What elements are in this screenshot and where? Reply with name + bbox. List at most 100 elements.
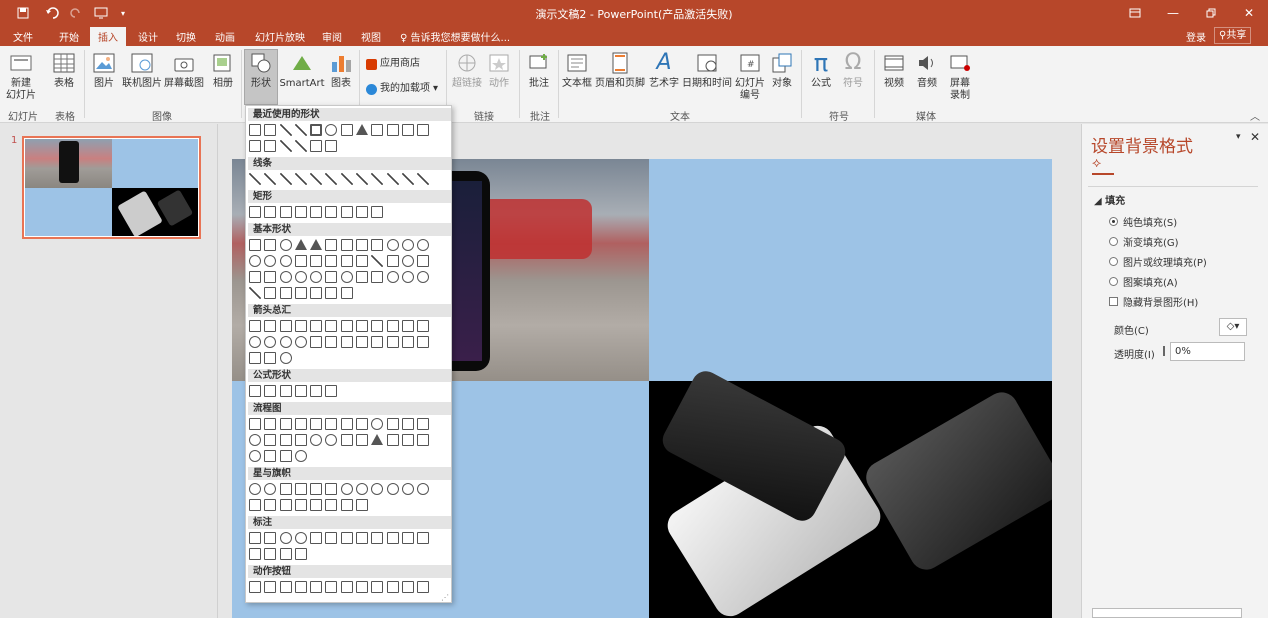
bent-arrow-shape[interactable]: [371, 320, 384, 332]
ribbon-display-options-icon[interactable]: [1116, 0, 1154, 26]
flowchart-multidocument-shape[interactable]: [356, 418, 369, 430]
tab-view[interactable]: 视图: [361, 29, 381, 44]
octagon-shape[interactable]: [417, 239, 430, 251]
flowchart-offpage-shape[interactable]: [264, 434, 277, 446]
right-arrow-shape[interactable]: [249, 320, 261, 332]
notched-right-arrow-shape[interactable]: [325, 336, 338, 348]
smiley-face-shape[interactable]: [340, 271, 353, 283]
star-16-shape[interactable]: [386, 483, 399, 495]
curved-down-arrow-shape[interactable]: [294, 336, 307, 348]
block-arc-shape[interactable]: [310, 271, 323, 283]
arc-shape[interactable]: [249, 287, 261, 299]
line-callout-1-shape[interactable]: [310, 532, 323, 544]
flowchart-sort-shape[interactable]: [356, 434, 369, 446]
pie-shape[interactable]: [279, 255, 292, 267]
store-button[interactable]: 应用商店: [366, 58, 420, 70]
flowchart-delay-shape[interactable]: [417, 434, 430, 446]
cloud-callout-shape[interactable]: [294, 532, 307, 544]
curved-left-arrow-shape[interactable]: [264, 336, 277, 348]
double-arrow-shape[interactable]: [279, 173, 292, 185]
explosion-2-shape[interactable]: [264, 483, 277, 495]
quad-arrow-shape[interactable]: [340, 320, 353, 332]
divide-shape[interactable]: [294, 385, 307, 397]
snip-diagonal-shape[interactable]: [310, 206, 323, 218]
cloud-shape[interactable]: [417, 271, 430, 283]
flowchart-punched-tape-shape[interactable]: [294, 434, 307, 446]
share-button[interactable]: ⚲共享: [1214, 27, 1252, 44]
audio-button[interactable]: 音频: [912, 50, 942, 90]
no-symbol-shape[interactable]: [294, 271, 307, 283]
frame-shape[interactable]: [325, 255, 338, 267]
left-up-arrow-shape[interactable]: [401, 320, 414, 332]
slide-thumbnail[interactable]: [22, 136, 201, 239]
plus-shape[interactable]: [249, 385, 261, 397]
my-addins-button[interactable]: 我的加载项 ▾: [366, 83, 438, 95]
flowchart-sequential-shape[interactable]: [249, 450, 261, 462]
flowchart-collate-shape[interactable]: [340, 434, 353, 446]
flowchart-extract-shape[interactable]: [371, 434, 384, 446]
wordart-button[interactable]: A 艺术字: [648, 50, 680, 90]
minimize-icon[interactable]: —: [1154, 0, 1192, 26]
object-button[interactable]: 对象: [768, 50, 796, 90]
left-right-arrow-shape[interactable]: [310, 320, 323, 332]
curved-ribbon-up-shape[interactable]: [279, 499, 292, 511]
rounded-rect-callout-shape[interactable]: [264, 532, 277, 544]
rounded-rectangle-shape[interactable]: [340, 124, 353, 136]
right-bracket-shape[interactable]: [310, 287, 323, 299]
parallelogram-shape[interactable]: [325, 239, 338, 251]
tab-insert[interactable]: 插入: [90, 27, 126, 46]
down-arrow-callout-shape[interactable]: [386, 336, 399, 348]
up-arrow-callout-shape[interactable]: [417, 336, 430, 348]
header-footer-button[interactable]: 页眉和页脚: [594, 50, 646, 90]
close-icon[interactable]: ✕: [1230, 0, 1268, 26]
action-return-shape[interactable]: [340, 581, 353, 593]
smartart-button[interactable]: SmartArt: [279, 50, 325, 90]
resize-grip-icon[interactable]: ⋰: [441, 593, 449, 602]
slide-number-button[interactable]: # 幻灯片 编号: [733, 50, 767, 102]
border-callout-4-shape[interactable]: [294, 548, 307, 560]
vertical-textbox-shape[interactable]: [264, 124, 277, 136]
quad-arrow-callout-shape[interactable]: [264, 352, 277, 364]
action-end-shape[interactable]: [294, 581, 307, 593]
flowchart-document-shape[interactable]: [340, 418, 353, 430]
flowchart-magnetic-disk-shape[interactable]: [264, 450, 277, 462]
round-single-shape[interactable]: [340, 206, 353, 218]
u-turn-arrow-shape[interactable]: [386, 320, 399, 332]
flowchart-or-shape[interactable]: [325, 434, 338, 446]
round-diagonal-shape[interactable]: [371, 206, 384, 218]
right-triangle-shape[interactable]: [310, 239, 323, 251]
left-arrow-shape[interactable]: [264, 320, 277, 332]
flowchart-internal-storage-shape[interactable]: [325, 418, 338, 430]
flowchart-summing-shape[interactable]: [310, 434, 323, 446]
right-brace-shape[interactable]: [325, 140, 338, 152]
oval-callout-shape[interactable]: [279, 532, 292, 544]
accent-callout-2-shape[interactable]: [386, 532, 399, 544]
plaque-shape[interactable]: [401, 255, 414, 267]
horizontal-scroll-shape[interactable]: [325, 499, 338, 511]
pattern-fill-option[interactable]: 图案填充(A): [1109, 274, 1178, 289]
rectangle-shape[interactable]: [310, 124, 323, 136]
chord-shape[interactable]: [294, 255, 307, 267]
elbow-arrow-shape[interactable]: [386, 124, 399, 136]
curved-up-arrow-shape[interactable]: [279, 336, 292, 348]
fill-bucket-icon[interactable]: ⟡: [1092, 155, 1114, 175]
action-back-shape[interactable]: [249, 581, 261, 593]
heptagon-shape[interactable]: [401, 239, 414, 251]
transparency-slider[interactable]: [1163, 346, 1165, 356]
new-slide-button[interactable]: 新建 幻灯片: [4, 50, 38, 102]
action-beginning-shape[interactable]: [279, 581, 292, 593]
fill-section-header[interactable]: ◢ 填充: [1094, 192, 1125, 207]
equal-shape[interactable]: [310, 385, 323, 397]
snip-round-shape[interactable]: [325, 206, 338, 218]
accent-callout-4-shape[interactable]: [417, 532, 430, 544]
flowchart-decision-shape[interactable]: [279, 418, 292, 430]
wave-shape[interactable]: [340, 499, 353, 511]
online-picture-button[interactable]: 联机图片: [121, 50, 163, 90]
collapse-ribbon-icon[interactable]: ︿: [1250, 108, 1260, 123]
donut-shape[interactable]: [279, 271, 292, 283]
action-document-shape[interactable]: [371, 581, 384, 593]
picture-button[interactable]: 图片: [90, 50, 118, 90]
tab-home[interactable]: 开始: [59, 29, 79, 44]
action-home-shape[interactable]: [310, 581, 323, 593]
border-callout-1-shape[interactable]: [249, 548, 261, 560]
